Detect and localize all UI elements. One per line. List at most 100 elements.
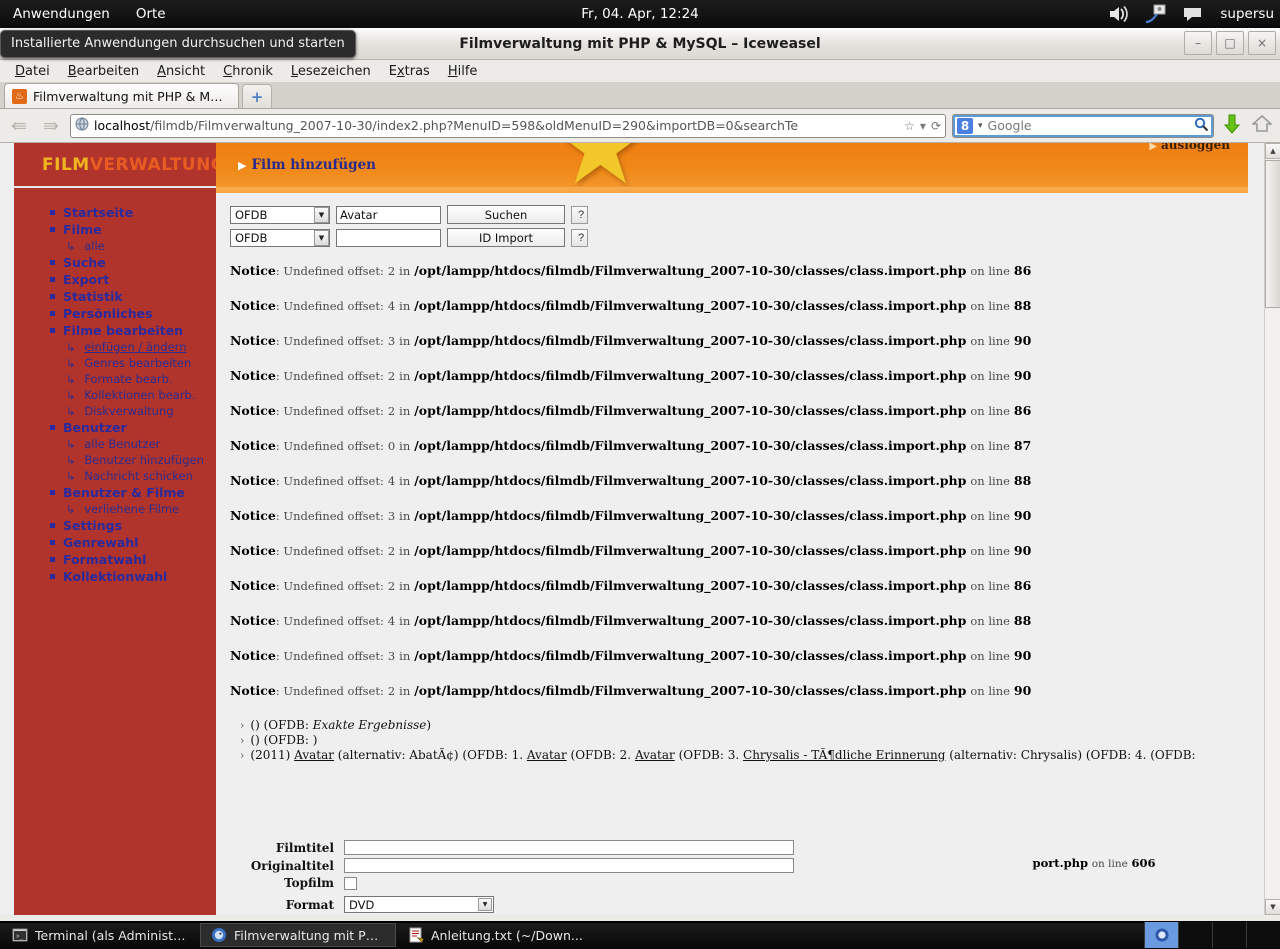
sidebar-item-kollektionen-bearb[interactable]: ↳ Kollektionen bearb. (14, 387, 216, 403)
sidebar-item-benutzer-und-filme[interactable]: Benutzer & Filme (14, 484, 216, 501)
result-row[interactable]: ›() (OFDB: Exakte Ergebnisse) (230, 718, 1248, 733)
browser-menubar: Datei Bearbeiten Ansicht Chronik Lesezei… (0, 60, 1280, 82)
workspace-3[interactable] (1212, 922, 1246, 948)
topfilm-checkbox[interactable] (344, 876, 357, 890)
chevron-down-icon[interactable]: ▾ (978, 121, 983, 131)
bullet-icon (50, 294, 55, 299)
php-notice: Notice: Undefined offset: 3 in /opt/lamp… (230, 333, 1032, 348)
search-source-select[interactable]: OFDB ▼ (230, 205, 330, 224)
menu-extras[interactable]: Extras (380, 63, 439, 80)
expand-toggle-icon[interactable]: › (240, 734, 244, 747)
form-row-topfilm: Topfilm (222, 876, 1032, 890)
close-button[interactable]: × (1248, 31, 1276, 55)
menu-lesezeichen[interactable]: Lesezeichen (282, 63, 380, 80)
sidebar-item-filme-bearbeiten[interactable]: Filme bearbeiten (14, 322, 216, 339)
reload-icon[interactable]: ⟳ (931, 119, 941, 133)
sidebar-item-diskverwaltung[interactable]: ↳ Diskverwaltung (14, 403, 216, 419)
new-tab-button[interactable]: + (242, 84, 272, 108)
panel-username[interactable]: supersu (1220, 6, 1274, 22)
sidebar-item-settings[interactable]: Settings (14, 517, 216, 534)
sidebar-item-alle[interactable]: ↳ alle (14, 238, 216, 254)
sidebar-item-genres-bearbeiten[interactable]: ↳ Genres bearbeiten (14, 355, 216, 371)
forward-arrow-icon[interactable]: ⇛ (38, 115, 64, 137)
minimize-button[interactable]: – (1184, 31, 1212, 55)
page-scrollbar[interactable]: ▲ ▼ (1264, 143, 1280, 915)
volume-icon[interactable] (1107, 3, 1131, 25)
suchen-button[interactable]: Suchen (447, 205, 565, 224)
taskbar-item-terminal[interactable]: >_ Terminal (als Administr... (2, 923, 198, 947)
search-query-input[interactable] (336, 205, 441, 224)
panel-clock[interactable]: Fr, 04. Apr, 12:24 (0, 0, 1280, 28)
sidebar-item-formatwahl[interactable]: Formatwahl (14, 551, 216, 568)
sidebar-item-filme[interactable]: Filme (14, 221, 216, 238)
network-icon[interactable] (1144, 3, 1168, 25)
home-icon[interactable] (1250, 114, 1274, 137)
menu-hilfe[interactable]: Hilfe (439, 63, 487, 80)
panel-menu-orte[interactable]: Orte (123, 0, 179, 28)
browser-tab[interactable]: ♨ Filmverwaltung mit PHP & MyS... (4, 83, 239, 108)
maximize-button[interactable]: □ (1216, 31, 1244, 55)
originaltitel-input[interactable] (344, 858, 794, 873)
bullet-icon (50, 574, 55, 579)
sidebar-item-nachricht-schicken[interactable]: ↳ Nachricht schicken (14, 468, 216, 484)
scrollbar-thumb[interactable] (1265, 160, 1280, 308)
sidebar-item-verliehene-filme[interactable]: ↳ verliehene Filme (14, 501, 216, 517)
help-button-suchen[interactable]: ? (571, 205, 588, 224)
sidebar-item-suche[interactable]: Suche (14, 254, 216, 271)
filmtitel-input[interactable] (344, 840, 794, 855)
sidebar-item-einfuegen-aendern[interactable]: ↳ einfügen / ändern (14, 339, 216, 355)
taskbar-item-iceweasel[interactable]: Filmverwaltung mit PH... (200, 923, 396, 947)
chevron-down-icon[interactable]: ▾ (920, 119, 926, 133)
arrow-icon: ↳ (66, 437, 76, 451)
result-row[interactable]: › (2011) Avatar (alternativ: AbatÃ¢) (OFD… (230, 748, 1248, 763)
sidebar-item-export[interactable]: Export (14, 271, 216, 288)
format-select[interactable]: DVD ▼ (344, 896, 494, 913)
arrow-icon: ↳ (66, 340, 76, 354)
panel-menu-anwendungen[interactable]: Anwendungen (0, 0, 123, 28)
back-arrow-icon[interactable]: ⇚ (6, 115, 32, 137)
star-icon[interactable]: ☆ (904, 119, 915, 133)
window-taskbar: >_ Terminal (als Administr... Filmverwal… (0, 921, 1280, 949)
arrow-icon: ↳ (66, 356, 76, 370)
workspace-2[interactable] (1178, 922, 1212, 948)
search-bar[interactable]: 8 ▾ Google (952, 113, 1214, 138)
texteditor-icon (408, 927, 424, 943)
sidebar-item-benutzer-hinzufuegen[interactable]: ↳ Benutzer hinzufügen (14, 452, 216, 468)
php-notice: Notice: Undefined offset: 4 in /opt/lamp… (230, 298, 1032, 313)
expand-toggle-icon[interactable]: › (240, 719, 244, 732)
sidebar-item-startseite[interactable]: Startseite (14, 204, 216, 221)
sidebar-item-alle-benutzer[interactable]: ↳ alle Benutzer (14, 436, 216, 452)
expand-toggle-icon[interactable]: › (240, 749, 244, 762)
download-arrow-icon[interactable] (1220, 114, 1244, 138)
sidebar-item-formate-bearb[interactable]: ↳ Formate bearb. (14, 371, 216, 387)
import-id-input[interactable] (336, 228, 441, 247)
menu-datei[interactable]: Datei (6, 63, 59, 80)
menu-ansicht[interactable]: Ansicht (148, 63, 214, 80)
id-import-button[interactable]: ID Import (447, 228, 565, 247)
help-button-id-import[interactable]: ? (571, 228, 588, 247)
bullet-icon (50, 260, 55, 265)
scroll-up-button[interactable]: ▲ (1265, 143, 1280, 159)
workspace-1[interactable] (1144, 922, 1178, 948)
magnifier-icon[interactable] (1194, 117, 1209, 135)
result-row[interactable]: ›() (OFDB: ) (230, 733, 1248, 748)
web-page: FILM VERWALTUNG Startseite Filme ↳ alle Su… (0, 143, 1264, 915)
tab-favicon-icon: ♨ (12, 88, 27, 104)
url-bar[interactable]: localhost/filmdb/Filmverwaltung_2007-10-… (70, 113, 946, 138)
sidebar-item-benutzer[interactable]: Benutzer (14, 419, 216, 436)
sidebar-item-persoenliches[interactable]: Persönliches (14, 305, 216, 322)
chat-icon[interactable] (1181, 3, 1205, 25)
workspace-4[interactable] (1246, 922, 1280, 948)
import-source-select[interactable]: OFDB ▼ (230, 228, 330, 247)
sidebar-item-kollektionwahl[interactable]: Kollektionwahl (14, 568, 216, 585)
scroll-down-button[interactable]: ▼ (1265, 899, 1280, 915)
sidebar-item-genrewahl[interactable]: Genrewahl (14, 534, 216, 551)
menu-chronik[interactable]: Chronik (214, 63, 282, 80)
sidebar-item-statistik[interactable]: Statistik (14, 288, 216, 305)
menu-bearbeiten[interactable]: Bearbeiten (59, 63, 148, 80)
bullet-icon (50, 277, 55, 282)
svg-text:>_: >_ (16, 933, 24, 940)
tab-label: Filmverwaltung mit PHP & MyS... (33, 88, 228, 104)
logout-link[interactable]: ▶ ausloggen (1149, 143, 1230, 152)
taskbar-item-anleitung[interactable]: Anleitung.txt (~/Down... (398, 923, 593, 947)
